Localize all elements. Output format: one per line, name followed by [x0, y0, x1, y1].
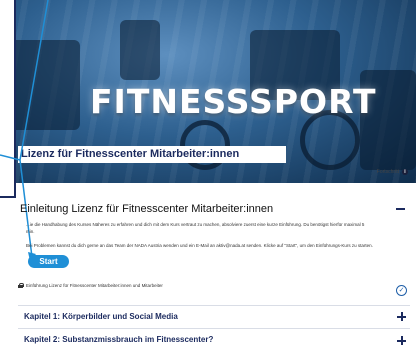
gym-equipment-shape [120, 20, 160, 80]
sidebar-frame [0, 0, 16, 198]
hero-title: FITNESSSPORT [90, 82, 377, 121]
hero-banner: FITNESSSPORT Lizenz für Fitnesscenter Mi… [0, 0, 416, 183]
divider [18, 328, 410, 329]
gym-equipment-shape [10, 40, 80, 130]
expand-icon[interactable] [397, 336, 406, 345]
lesson-item[interactable]: Einführung Lizenz für Fitnesscenter Mita… [18, 283, 163, 288]
divider [18, 305, 410, 306]
intro-support-text: Bei Problemen kannst du dich gerne an da… [26, 243, 373, 248]
intro-description-cont: min. [26, 229, 35, 234]
progress-indicator: Fortschritt i [377, 169, 408, 175]
chapter-2-title[interactable]: Kapitel 2: Substanzmissbrauch im Fitness… [24, 335, 213, 344]
check-circle-icon: ✓ [396, 285, 407, 296]
chapter-1-title[interactable]: Kapitel 1: Körperbilder und Social Media [24, 312, 178, 321]
course-title-banner: Lizenz für Fitnesscenter Mitarbeiter:inn… [18, 146, 286, 163]
intro-section-title[interactable]: Einleitung Lizenz für Fitnesscenter Mita… [20, 203, 273, 215]
lock-icon [18, 283, 24, 288]
progress-label: Fortschritt [376, 169, 399, 175]
intro-description: ...ie die Handhabung des Kurses Näheres … [26, 222, 365, 227]
lesson-label: Einführung Lizenz für Fitnesscenter Mita… [26, 283, 163, 288]
info-icon[interactable]: i [402, 169, 408, 175]
expand-icon[interactable] [397, 312, 406, 321]
collapse-icon[interactable] [396, 204, 405, 213]
start-button[interactable]: Start [28, 255, 69, 268]
